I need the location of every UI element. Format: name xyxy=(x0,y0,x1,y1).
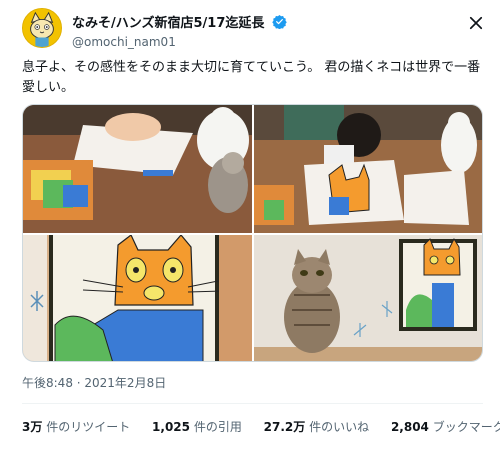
divider xyxy=(22,403,483,404)
close-icon[interactable] xyxy=(467,14,485,32)
bookmark-stat[interactable]: 2,804 ブックマーク xyxy=(391,418,500,435)
retweet-stat[interactable]: 3万 件のリツイート xyxy=(22,418,130,435)
tweet-text: 息子よ、その感性をそのまま大切に育てていこう。 君の描くネコは世界で一番愛しい。 xyxy=(22,60,481,95)
photo-child-drawing-with-cats[interactable] xyxy=(23,105,252,233)
photo-tabby-cat-with-drawing[interactable] xyxy=(254,235,482,361)
photo-child-drawing-orange-cat[interactable] xyxy=(254,105,482,233)
like-stat[interactable]: 27.2万 件のいいね xyxy=(264,418,369,435)
quote-stat[interactable]: 1,025 件の引用 xyxy=(152,418,242,435)
tweet-timestamp[interactable]: 午後8:48 · 2021年2月8日 xyxy=(22,374,166,391)
avatar[interactable] xyxy=(22,8,62,48)
verified-badge-icon xyxy=(272,14,288,29)
media-grid xyxy=(22,104,483,362)
engagement-stats: 3万 件のリツイート 1,025 件の引用 27.2万 件のいいね 2,804 … xyxy=(22,418,500,435)
photo-cat-drawing-closeup[interactable] xyxy=(23,235,252,361)
cat-avatar-icon xyxy=(23,9,61,47)
display-name[interactable]: なみそ/ハンズ新宿店5/17迄延長 xyxy=(72,12,264,31)
tweet-header: なみそ/ハンズ新宿店5/17迄延長 @omochi_nam01 xyxy=(22,8,487,49)
user-handle[interactable]: @omochi_nam01 xyxy=(72,35,287,49)
